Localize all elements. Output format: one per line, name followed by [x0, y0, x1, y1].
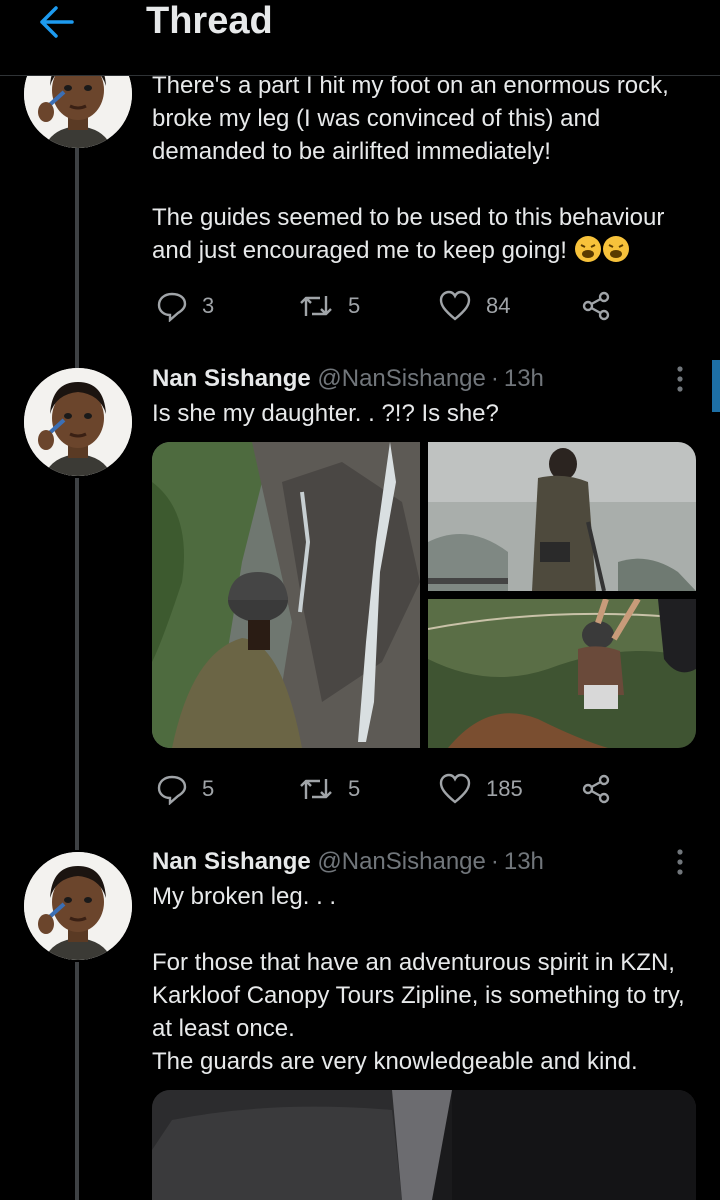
- reply-count: 5: [202, 776, 215, 801]
- more-options-button[interactable]: [668, 847, 692, 877]
- tweet-actions: 5 5 185: [152, 769, 622, 809]
- user-handle[interactable]: @NanSishange: [317, 848, 485, 875]
- like-button[interactable]: 84: [438, 286, 510, 326]
- reply-icon: [157, 775, 187, 805]
- arrow-left-icon: [40, 6, 74, 38]
- tweet-photo-waterfall[interactable]: [152, 442, 420, 748]
- timestamp[interactable]: 13h: [504, 365, 544, 392]
- share-button[interactable]: [580, 286, 612, 326]
- scrollbar-thumb[interactable]: [712, 360, 720, 412]
- separator: ·: [490, 365, 499, 392]
- retweet-icon: [300, 296, 332, 316]
- more-options-button[interactable]: [668, 364, 692, 394]
- tweet-text: My broken leg. . . For those that have a…: [152, 883, 685, 1075]
- tweet-meta: Nan Sishange @NanSishange · 13h: [152, 847, 544, 877]
- timestamp[interactable]: 13h: [504, 848, 544, 875]
- avatar[interactable]: [24, 368, 132, 476]
- tweet-text: There's a part I hit my foot on an enorm…: [152, 69, 707, 272]
- share-icon: [582, 291, 610, 321]
- like-button[interactable]: 185: [438, 769, 523, 809]
- avatar[interactable]: [24, 852, 132, 960]
- reply-count: 3: [202, 293, 215, 318]
- retweet-count: 5: [348, 293, 361, 318]
- display-name[interactable]: Nan Sishange: [152, 365, 311, 392]
- reply-button[interactable]: 5: [156, 769, 214, 809]
- top-bar: Thread: [0, 0, 720, 76]
- user-handle[interactable]: @NanSishange: [317, 365, 485, 392]
- more-vertical-icon: [677, 366, 683, 392]
- back-button[interactable]: [36, 4, 76, 40]
- display-name[interactable]: Nan Sishange: [152, 848, 311, 875]
- tweet-text: Is she my daughter. . ?!? Is she?: [152, 400, 499, 427]
- tweet-actions: 3 5 84: [152, 286, 622, 326]
- retweet-button[interactable]: 5: [298, 286, 360, 326]
- reply-button[interactable]: 3: [156, 286, 214, 326]
- reply-icon: [157, 292, 187, 322]
- weary-face-icon: [574, 235, 602, 272]
- thread-connector: [75, 478, 79, 850]
- thread-connector: [75, 962, 79, 1200]
- thread-connector: [75, 140, 79, 368]
- tweet-meta: Nan Sishange @NanSishange · 13h: [152, 364, 544, 394]
- retweet-count: 5: [348, 776, 361, 801]
- heart-icon: [439, 773, 471, 804]
- share-icon: [582, 774, 610, 804]
- tweet-photo-zipline[interactable]: [428, 599, 696, 748]
- tweet-photo-leg[interactable]: [152, 1090, 696, 1200]
- share-button[interactable]: [580, 769, 612, 809]
- tweet-photo-fog[interactable]: [428, 442, 696, 591]
- retweet-icon: [300, 779, 332, 799]
- separator: ·: [490, 848, 499, 875]
- page-title: Thread: [146, 0, 273, 42]
- like-count: 84: [486, 293, 511, 318]
- heart-icon: [439, 290, 471, 321]
- weary-face-icon: [602, 235, 630, 272]
- like-count: 185: [486, 776, 523, 801]
- retweet-button[interactable]: 5: [298, 769, 360, 809]
- more-vertical-icon: [677, 849, 683, 875]
